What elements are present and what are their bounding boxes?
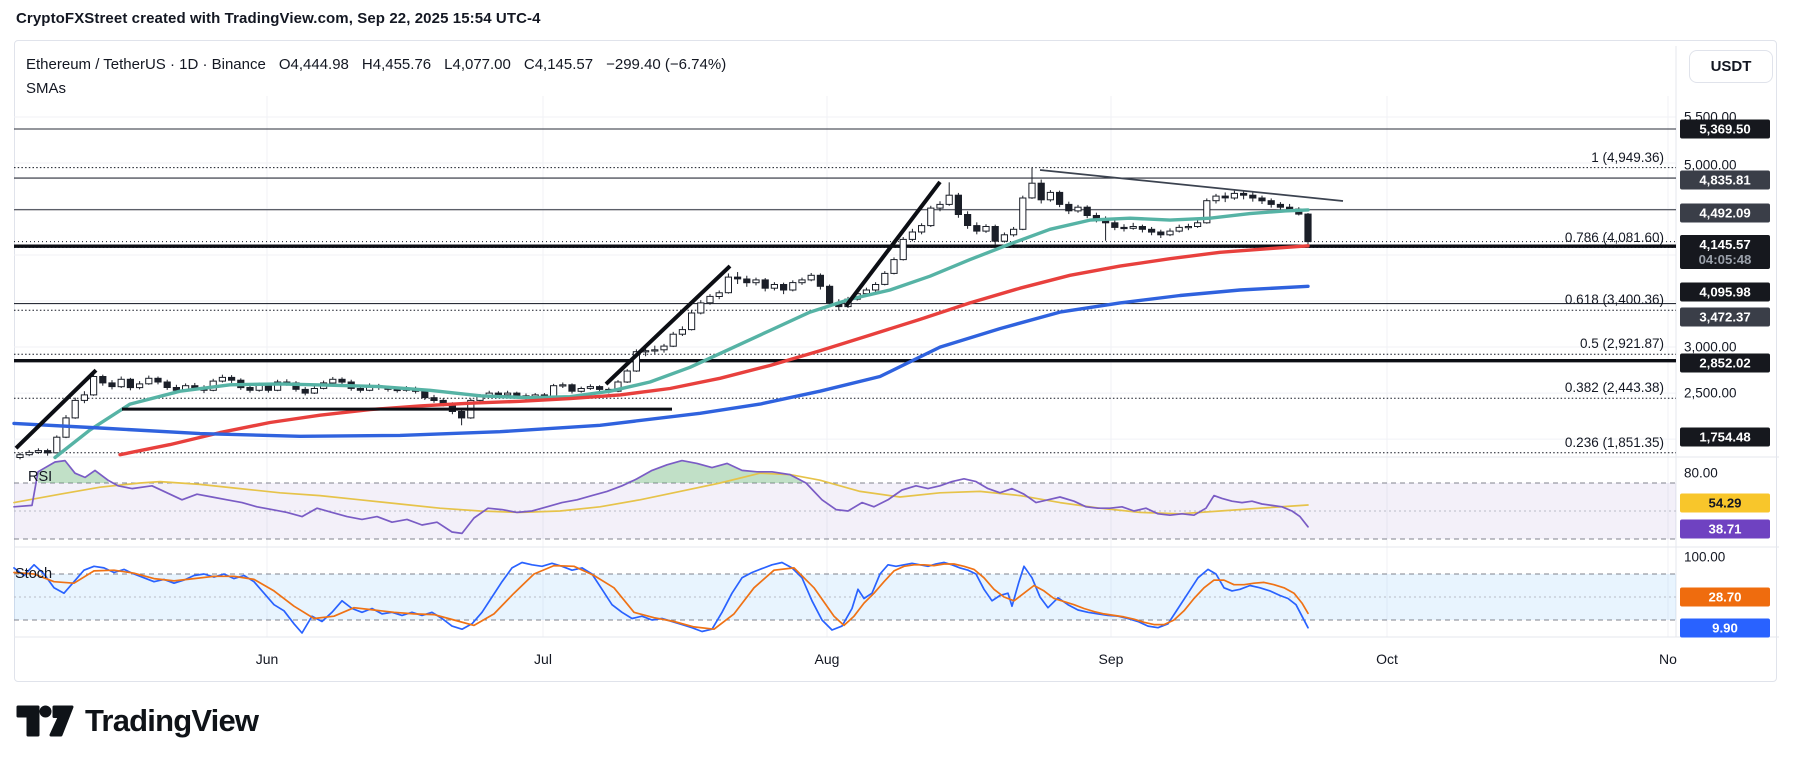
symbol-title[interactable]: Ethereum / TetherUS · 1D · Binance [26, 56, 266, 73]
price-axis-label[interactable]: 100.00 [1684, 550, 1725, 565]
tradingview-logo-icon [16, 701, 74, 741]
price-badge: 4,095.98 [1680, 283, 1770, 302]
fib-level-label: 0.786 (4,081.60) [1565, 230, 1664, 245]
price-badge: 54.29 [1680, 494, 1770, 513]
price-badge: 4,492.09 [1680, 204, 1770, 223]
fib-level-label: 0.236 (1,851.35) [1565, 435, 1664, 450]
price-badge: 9.90 [1680, 619, 1770, 638]
rsi-pane-label[interactable]: RSI [28, 469, 52, 485]
price-badge: 2,852.02 [1680, 354, 1770, 373]
low-value: L4,077.00 [444, 56, 511, 73]
price-badge: 4,145.5704:05:48 [1680, 235, 1770, 269]
bar-countdown: 04:05:48 [1680, 252, 1770, 267]
high-value: H4,455.76 [362, 56, 431, 73]
price-badge: 1,754.48 [1680, 428, 1770, 447]
time-axis-label[interactable]: Sep [1099, 651, 1124, 667]
tradingview-brand-text: TradingView [85, 703, 258, 739]
time-axis-label[interactable]: Oct [1376, 651, 1398, 667]
candlesticks [17, 168, 1311, 460]
price-badge: 28.70 [1680, 588, 1770, 607]
fib-level-label: 1 (4,949.36) [1591, 150, 1664, 165]
time-axis-label[interactable]: Jul [534, 651, 552, 667]
time-axis-label[interactable]: Aug [815, 651, 840, 667]
price-badge: 5,369.50 [1680, 120, 1770, 139]
price-axis-label[interactable]: 3,000.00 [1684, 340, 1737, 355]
stoch-pane-label[interactable]: Stoch [15, 566, 52, 582]
smas-legend[interactable]: SMAs [26, 80, 66, 97]
price-badge: 38.71 [1680, 520, 1770, 539]
tradingview-footer[interactable]: TradingView [16, 701, 258, 741]
fib-level-label: 0.618 (3,400.36) [1565, 292, 1664, 307]
price-axis-label[interactable]: 80.00 [1684, 466, 1718, 481]
currency-toggle-button[interactable]: USDT [1689, 50, 1773, 83]
fib-level-label: 0.5 (2,921.87) [1580, 336, 1664, 351]
open-value: O4,444.98 [279, 56, 349, 73]
chart-canvas[interactable] [0, 0, 1793, 692]
change-value: −299.40 (−6.74%) [606, 56, 726, 73]
ohlc-values: O4,444.98 H4,455.76 L4,077.00 C4,145.57 [266, 56, 593, 73]
price-badge: 3,472.37 [1680, 308, 1770, 327]
time-axis-label[interactable]: No [1659, 651, 1677, 667]
time-axis-label[interactable]: Jun [256, 651, 279, 667]
fib-level-label: 0.382 (2,443.38) [1565, 380, 1664, 395]
price-axis-label[interactable]: 2,500.00 [1684, 386, 1737, 401]
chart-legend: Ethereum / TetherUS · 1D · BinanceO4,444… [26, 56, 726, 73]
price-badge: 4,835.81 [1680, 171, 1770, 190]
close-value: C4,145.57 [524, 56, 593, 73]
